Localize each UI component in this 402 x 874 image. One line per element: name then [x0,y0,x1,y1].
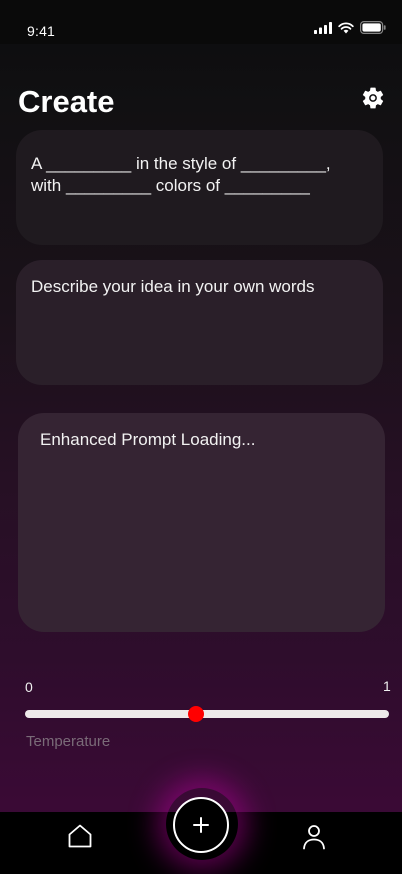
enhanced-prompt-text: Enhanced Prompt Loading... [40,430,256,449]
home-icon [68,824,92,848]
idea-input-placeholder: Describe your idea in your own words [31,277,315,296]
temperature-slider[interactable] [25,706,389,722]
status-icons [314,21,386,34]
slider-min-label: 0 [25,679,33,695]
plus-icon [193,817,209,833]
wifi-icon [338,21,354,33]
settings-button[interactable] [358,83,387,112]
enhanced-prompt-card: Enhanced Prompt Loading... [18,413,385,632]
temperature-label: Temperature [26,733,111,750]
prompt-template-text: A _________ in the style of _________, w… [31,154,331,195]
nav-profile-button[interactable] [302,824,326,850]
gear-icon [362,87,383,108]
create-button[interactable] [173,797,229,853]
battery-icon [360,21,386,34]
status-bar: 9:41 [0,0,402,44]
nav-home-button[interactable] [67,823,93,849]
signal-icon [314,21,332,34]
temperature-slider-thumb[interactable] [188,706,205,722]
slider-max-label: 1 [383,678,391,694]
status-time: 9:41 [27,23,56,39]
page-title: Create [18,84,115,119]
prompt-template-card[interactable]: A _________ in the style of _________, w… [16,130,383,245]
idea-input[interactable]: Describe your idea in your own words [16,260,383,385]
user-icon [303,825,325,850]
